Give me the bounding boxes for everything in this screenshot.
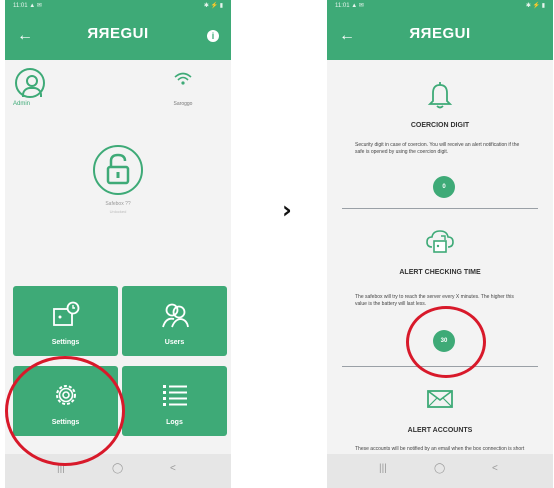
tile-users[interactable]: Users xyxy=(122,286,227,356)
wifi-icon xyxy=(173,72,193,86)
unlock-icon[interactable] xyxy=(93,145,143,195)
status-time: 11:01 ▲ ✉ xyxy=(335,3,364,9)
info-icon[interactable]: i xyxy=(207,30,219,42)
safe-clock-icon xyxy=(51,300,81,330)
back-icon[interactable]: < xyxy=(170,463,176,474)
status-time: 11:01 ▲ ✉ xyxy=(13,3,42,9)
home-icon[interactable]: ◯ xyxy=(434,463,445,474)
phone-screen-right: 11:01 ▲ ✉ ✱ ⚡ ▮ ← ЯЯEGUI COERCION DIGIT … xyxy=(327,0,553,488)
alert-accounts-title: ALERT ACCOUNTS xyxy=(407,427,473,434)
list-icon xyxy=(160,380,190,410)
user-label: Admin xyxy=(13,101,31,107)
next-step-chevron-icon: › xyxy=(282,196,292,224)
safebox-name: Safebox ?? xyxy=(105,201,131,207)
app-bar: ← ЯЯEGUI xyxy=(327,12,553,60)
coercion-title: COERCION DIGIT xyxy=(410,122,470,129)
tile-settings-timer[interactable]: Settings xyxy=(13,286,118,356)
users-icon xyxy=(160,300,190,330)
cloud-safe-icon xyxy=(425,228,455,254)
bell-icon xyxy=(427,80,453,110)
coercion-digit-button[interactable]: 0 xyxy=(433,176,455,198)
status-bar: 11:01 ▲ ✉ ✱ ⚡ ▮ xyxy=(327,0,553,12)
network-label: Saroggo xyxy=(173,101,193,107)
coercion-description: Security digit in case of coercion. You … xyxy=(355,142,520,155)
status-icons: ✱ ⚡ ▮ xyxy=(525,3,545,9)
tile-label: Users xyxy=(164,339,185,346)
status-bar: 11:01 ▲ ✉ ✱ ⚡ ▮ xyxy=(5,0,231,12)
home-icon[interactable]: ◯ xyxy=(112,463,123,474)
system-nav-bar: ||| ◯ < xyxy=(327,454,553,488)
tile-label: Settings xyxy=(51,339,80,346)
tile-logs[interactable]: Logs xyxy=(122,366,227,436)
highlight-circle xyxy=(406,306,486,378)
brand-logo: ЯЯEGUI xyxy=(87,25,149,42)
safebox-status: Unlocked xyxy=(109,209,127,214)
back-icon[interactable]: < xyxy=(492,463,498,474)
app-bar: ← ЯЯEGUI i xyxy=(5,12,231,60)
status-icons: ✱ ⚡ ▮ xyxy=(203,3,223,9)
tile-label: Logs xyxy=(166,419,183,426)
alert-checking-description: The safebox will try to reach the server… xyxy=(355,294,514,307)
alert-accounts-description: These accounts will be notified by an em… xyxy=(355,446,525,452)
mail-icon xyxy=(426,388,454,410)
alert-checking-title: ALERT CHECKING TIME xyxy=(399,269,481,276)
user-avatar-icon[interactable] xyxy=(15,68,45,98)
recent-apps-icon[interactable]: ||| xyxy=(379,463,387,474)
highlight-circle xyxy=(5,356,125,466)
brand-logo: ЯЯEGUI xyxy=(409,25,471,42)
section-divider xyxy=(342,208,538,209)
